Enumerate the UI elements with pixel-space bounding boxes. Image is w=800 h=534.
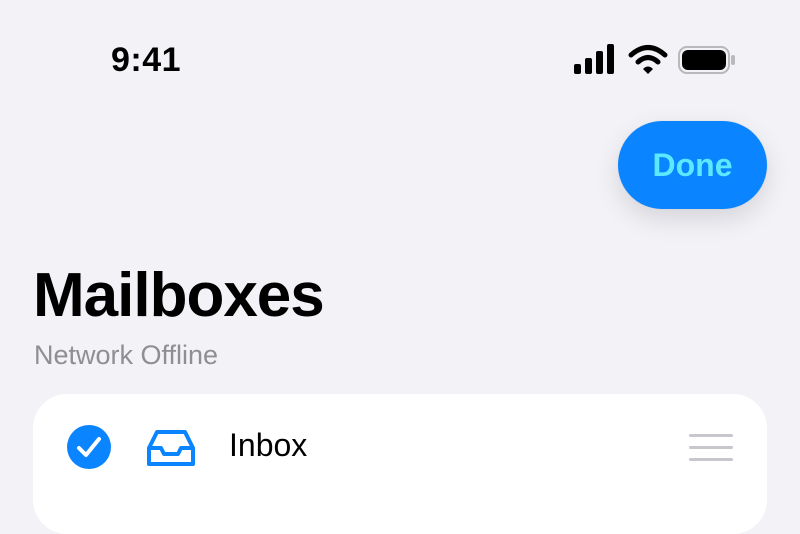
mailbox-row-inbox[interactable]: Inbox [33,394,767,494]
battery-icon [678,46,735,74]
page-title: Mailboxes [33,261,325,330]
signal-icon [574,44,614,74]
status-bar: 9:41 [0,0,800,110]
checkmark-circle-icon[interactable] [67,425,111,469]
wifi-icon [628,45,668,74]
mailbox-list: Inbox [33,394,767,534]
mailbox-label: Inbox [229,427,308,463]
status-time: 9:41 [111,41,182,79]
done-button[interactable]: Done [618,121,767,209]
inbox-icon [147,430,195,466]
status-icons [570,44,740,78]
page-subtitle: Network Offline [34,340,219,370]
reorder-handle-icon[interactable] [689,434,733,464]
